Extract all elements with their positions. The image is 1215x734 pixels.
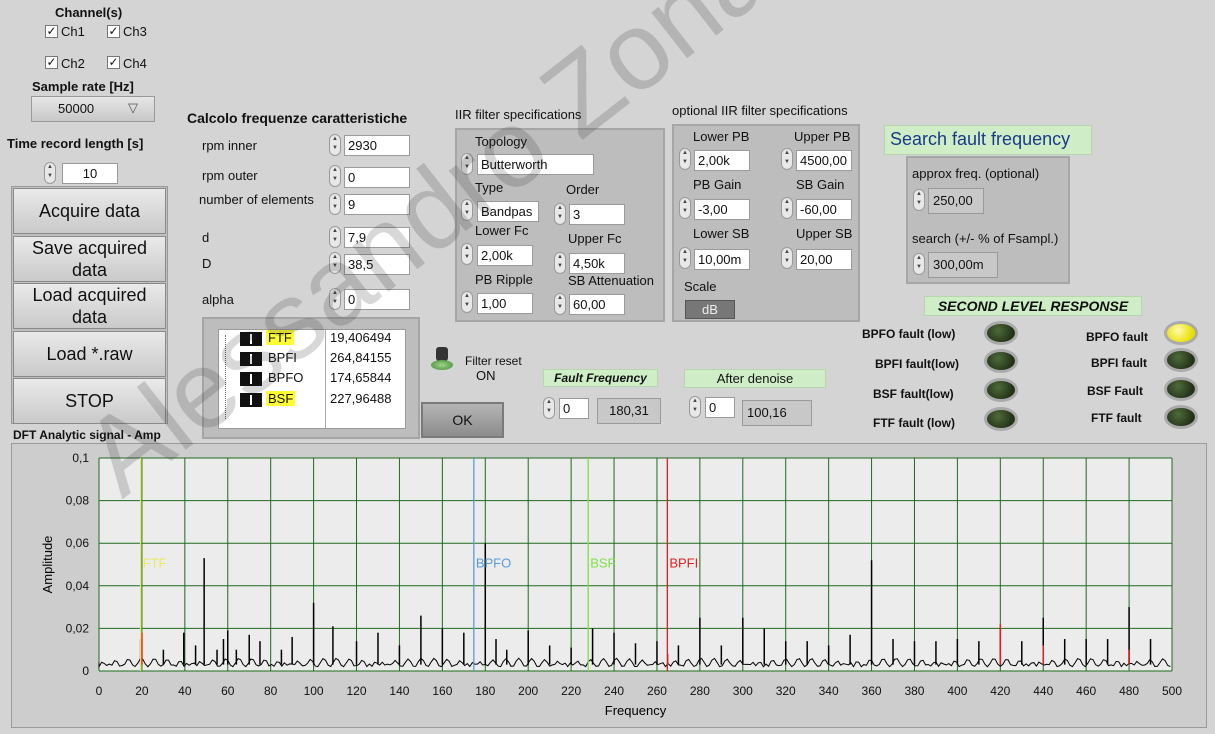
x-tick-label: 300 [733,684,753,698]
x-tick-label: 40 [178,684,192,698]
y-tick-label: 0,02 [66,621,90,635]
x-tick-label: 20 [135,684,149,698]
x-tick-label: 100 [304,684,324,698]
x-tick-label: 80 [264,684,278,698]
x-tick-label: 0 [96,684,103,698]
marker-label-bpfi: BPFI [669,556,698,571]
x-tick-label: 340 [819,684,839,698]
marker-label-ftf: FTF [143,556,167,571]
y-tick-label: 0,08 [66,494,90,508]
marker-label-bpfo: BPFO [476,556,511,571]
x-tick-label: 220 [561,684,581,698]
x-tick-label: 280 [690,684,710,698]
y-tick-label: 0,04 [66,579,90,593]
x-tick-label: 200 [518,684,538,698]
x-tick-label: 120 [347,684,367,698]
x-tick-label: 60 [221,684,235,698]
x-tick-label: 480 [1119,684,1139,698]
x-tick-label: 400 [947,684,967,698]
y-tick-label: 0,06 [66,536,90,550]
x-tick-label: 360 [862,684,882,698]
x-tick-label: 160 [432,684,452,698]
x-tick-label: 420 [990,684,1010,698]
x-tick-label: 320 [776,684,796,698]
y-tick-label: 0,1 [72,451,89,465]
y-axis-label: Amplitude [40,536,55,594]
marker-label-bsf: BSF [590,556,615,571]
x-tick-label: 460 [1076,684,1096,698]
y-tick-label: 0 [82,664,89,678]
x-axis-label: Frequency [605,703,667,718]
x-tick-label: 240 [604,684,624,698]
x-tick-label: 440 [1033,684,1053,698]
x-tick-label: 180 [475,684,495,698]
x-tick-label: 380 [904,684,924,698]
dft-chart: 0 20 40 60 80 100 120 140 160 180 200 220 240 260 280 3… [40,451,1182,718]
x-tick-label: 260 [647,684,667,698]
x-tick-label: 140 [389,684,409,698]
plot-area [99,458,1172,671]
labview-front-panel: { "channels": { "title": "Channel(s)", "… [0,0,1215,734]
x-tick-label: 500 [1162,684,1182,698]
